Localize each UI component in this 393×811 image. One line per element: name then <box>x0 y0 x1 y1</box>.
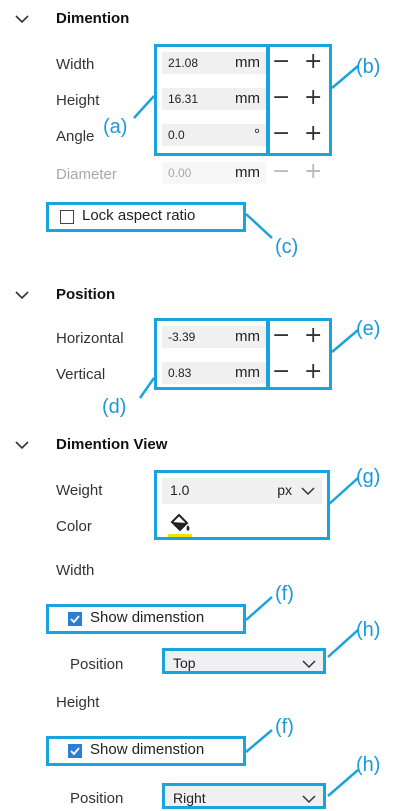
highlight-box-f-width <box>46 604 246 634</box>
callout-h-width: (h) <box>356 619 381 641</box>
weight-label: Weight <box>56 482 103 499</box>
vertical-label: Vertical <box>56 366 106 383</box>
chevron-down-icon <box>302 795 316 804</box>
width-position-value: Top <box>173 655 196 671</box>
callout-g: (g) <box>356 466 381 488</box>
callout-c: (c) <box>275 236 299 258</box>
callout-f-height: (f) <box>275 716 294 738</box>
collapse-chevron-icon[interactable] <box>14 290 30 300</box>
height-position-label: Position <box>70 790 124 807</box>
width-position-select[interactable]: Top <box>162 648 326 674</box>
collapse-chevron-icon[interactable] <box>14 440 30 450</box>
callout-e: (e) <box>356 318 381 340</box>
width-section-title: Width <box>56 562 95 579</box>
section-title-position: Position <box>56 286 116 303</box>
callout-h-height: (h) <box>356 754 381 776</box>
chevron-down-icon <box>302 660 316 669</box>
width-position-label: Position <box>70 656 124 673</box>
highlight-box-e <box>266 318 332 390</box>
callout-a: (a) <box>103 116 128 138</box>
height-section-title: Height <box>56 694 100 711</box>
height-position-value: Right <box>173 790 206 806</box>
horizontal-label: Horizontal <box>56 330 124 347</box>
highlight-box-d <box>154 318 270 390</box>
height-position-select[interactable]: Right <box>162 783 326 809</box>
highlight-box-g <box>154 470 330 540</box>
color-label: Color <box>56 518 92 535</box>
highlight-box-f-height <box>46 736 246 766</box>
callout-d: (d) <box>102 396 127 418</box>
callout-f-width: (f) <box>275 583 294 605</box>
callout-b: (b) <box>356 56 381 78</box>
section-title-dimention-view: Dimention View <box>56 436 168 453</box>
callout-leader-lines <box>133 65 359 797</box>
